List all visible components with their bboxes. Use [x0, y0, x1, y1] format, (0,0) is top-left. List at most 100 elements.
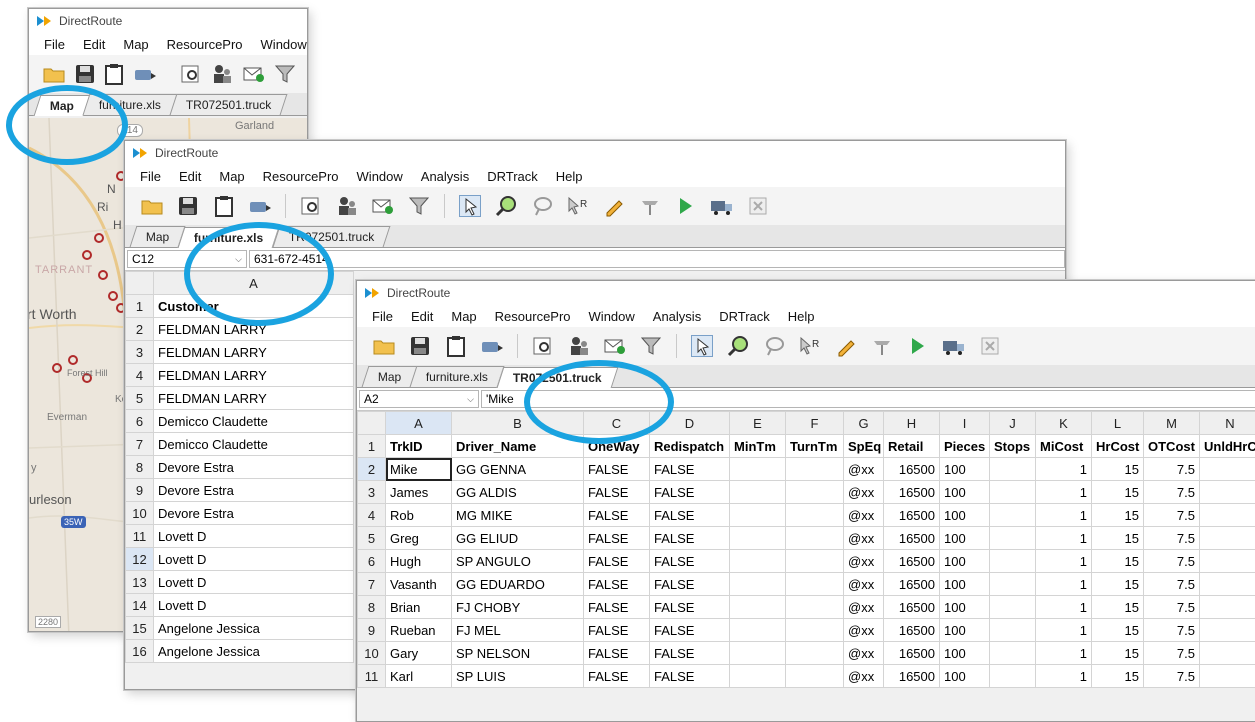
header-cell[interactable]: TrkID: [386, 435, 452, 458]
cell[interactable]: [786, 573, 844, 596]
cell[interactable]: @xx: [844, 642, 884, 665]
cell[interactable]: FALSE: [584, 619, 650, 642]
cell[interactable]: Devore Estra: [154, 479, 354, 502]
menu-drtrack[interactable]: DRTrack: [710, 309, 779, 324]
row-header[interactable]: 7: [358, 573, 386, 596]
column-header[interactable]: J: [990, 412, 1036, 435]
menu-resourcepro[interactable]: ResourcePro: [158, 37, 252, 52]
row-header[interactable]: 12: [126, 548, 154, 571]
cell[interactable]: [1200, 573, 1255, 596]
cell[interactable]: Demicco Claudette: [154, 433, 354, 456]
cell[interactable]: 16500: [884, 596, 940, 619]
row-header[interactable]: 9: [126, 479, 154, 502]
header-cell[interactable]: TurnTm: [786, 435, 844, 458]
row-header[interactable]: 5: [126, 387, 154, 410]
menu-edit[interactable]: Edit: [74, 37, 114, 52]
cell[interactable]: GG ALDIS: [452, 481, 584, 504]
cell[interactable]: 100: [940, 504, 990, 527]
cell[interactable]: [990, 573, 1036, 596]
column-header[interactable]: M: [1144, 412, 1200, 435]
cell[interactable]: 15: [1092, 619, 1144, 642]
cell[interactable]: 16500: [884, 665, 940, 688]
menu-window[interactable]: Window: [252, 37, 308, 52]
cell[interactable]: 15: [1092, 665, 1144, 688]
cell[interactable]: [786, 504, 844, 527]
cell[interactable]: [786, 527, 844, 550]
cell[interactable]: [1200, 504, 1255, 527]
cell[interactable]: 16500: [884, 527, 940, 550]
cell[interactable]: Lovett D: [154, 571, 354, 594]
menu-help[interactable]: Help: [547, 169, 592, 184]
cell[interactable]: @xx: [844, 619, 884, 642]
cell[interactable]: 16500: [884, 458, 940, 481]
cell[interactable]: SP ANGULO: [452, 550, 584, 573]
cell[interactable]: 1: [1036, 619, 1092, 642]
cell[interactable]: [1200, 550, 1255, 573]
cell[interactable]: [786, 481, 844, 504]
cell[interactable]: [786, 458, 844, 481]
cell[interactable]: Lovett D: [154, 594, 354, 617]
cell[interactable]: [730, 481, 786, 504]
row-header[interactable]: 2: [126, 318, 154, 341]
close-icon[interactable]: [977, 333, 1003, 359]
users-icon[interactable]: [566, 333, 592, 359]
row-header[interactable]: 10: [126, 502, 154, 525]
lasso-icon[interactable]: [529, 193, 555, 219]
chevron-down-icon[interactable]: ⌵: [467, 394, 474, 405]
menu-help[interactable]: Help: [779, 309, 824, 324]
menu-drtrack[interactable]: DRTrack: [478, 169, 547, 184]
cell[interactable]: Brian: [386, 596, 452, 619]
cell[interactable]: 100: [940, 550, 990, 573]
save-icon[interactable]: [407, 333, 433, 359]
cell[interactable]: FJ MEL: [452, 619, 584, 642]
view-icon[interactable]: [298, 193, 324, 219]
cell[interactable]: [730, 504, 786, 527]
cell[interactable]: Lovett D: [154, 525, 354, 548]
row-header[interactable]: 3: [126, 341, 154, 364]
column-header[interactable]: H: [884, 412, 940, 435]
cell[interactable]: [990, 527, 1036, 550]
cell[interactable]: 15: [1092, 596, 1144, 619]
cell[interactable]: [1200, 619, 1255, 642]
cell[interactable]: Angelone Jessica: [154, 617, 354, 640]
cell[interactable]: [990, 619, 1036, 642]
clipboard-icon[interactable]: [105, 61, 123, 87]
cell[interactable]: [786, 665, 844, 688]
cell[interactable]: 16500: [884, 573, 940, 596]
cell[interactable]: 1: [1036, 550, 1092, 573]
stop-marker[interactable]: [95, 234, 103, 242]
zoom-icon[interactable]: [725, 333, 751, 359]
users-icon[interactable]: [211, 61, 233, 87]
column-header[interactable]: K: [1036, 412, 1092, 435]
cell[interactable]: Vasanth: [386, 573, 452, 596]
cell[interactable]: 7.5: [1144, 665, 1200, 688]
cell[interactable]: MG MIKE: [452, 504, 584, 527]
pointer-icon[interactable]: [457, 193, 483, 219]
header-cell[interactable]: Pieces: [940, 435, 990, 458]
cell[interactable]: 15: [1092, 458, 1144, 481]
cell[interactable]: Hugh: [386, 550, 452, 573]
cell[interactable]: [990, 642, 1036, 665]
cell[interactable]: 16500: [884, 481, 940, 504]
cell[interactable]: 100: [940, 665, 990, 688]
row-header[interactable]: 11: [126, 525, 154, 548]
clipboard-icon[interactable]: [443, 333, 469, 359]
truck-icon[interactable]: [709, 193, 735, 219]
tab-truck[interactable]: TR072501.truck: [170, 94, 288, 115]
cell[interactable]: [1200, 642, 1255, 665]
cell[interactable]: 1: [1036, 665, 1092, 688]
pin-icon[interactable]: [869, 333, 895, 359]
cell[interactable]: 1: [1036, 504, 1092, 527]
cell[interactable]: FALSE: [584, 665, 650, 688]
close-icon[interactable]: [745, 193, 771, 219]
header-cell[interactable]: Stops: [990, 435, 1036, 458]
row-header[interactable]: 11: [358, 665, 386, 688]
column-header[interactable]: A: [386, 412, 452, 435]
header-cell[interactable]: SpEq: [844, 435, 884, 458]
cell[interactable]: FALSE: [650, 619, 730, 642]
cell[interactable]: FALSE: [584, 642, 650, 665]
cell[interactable]: FALSE: [650, 573, 730, 596]
header-cell[interactable]: MiCost: [1036, 435, 1092, 458]
menu-file[interactable]: File: [363, 309, 402, 324]
header-cell[interactable]: MinTm: [730, 435, 786, 458]
